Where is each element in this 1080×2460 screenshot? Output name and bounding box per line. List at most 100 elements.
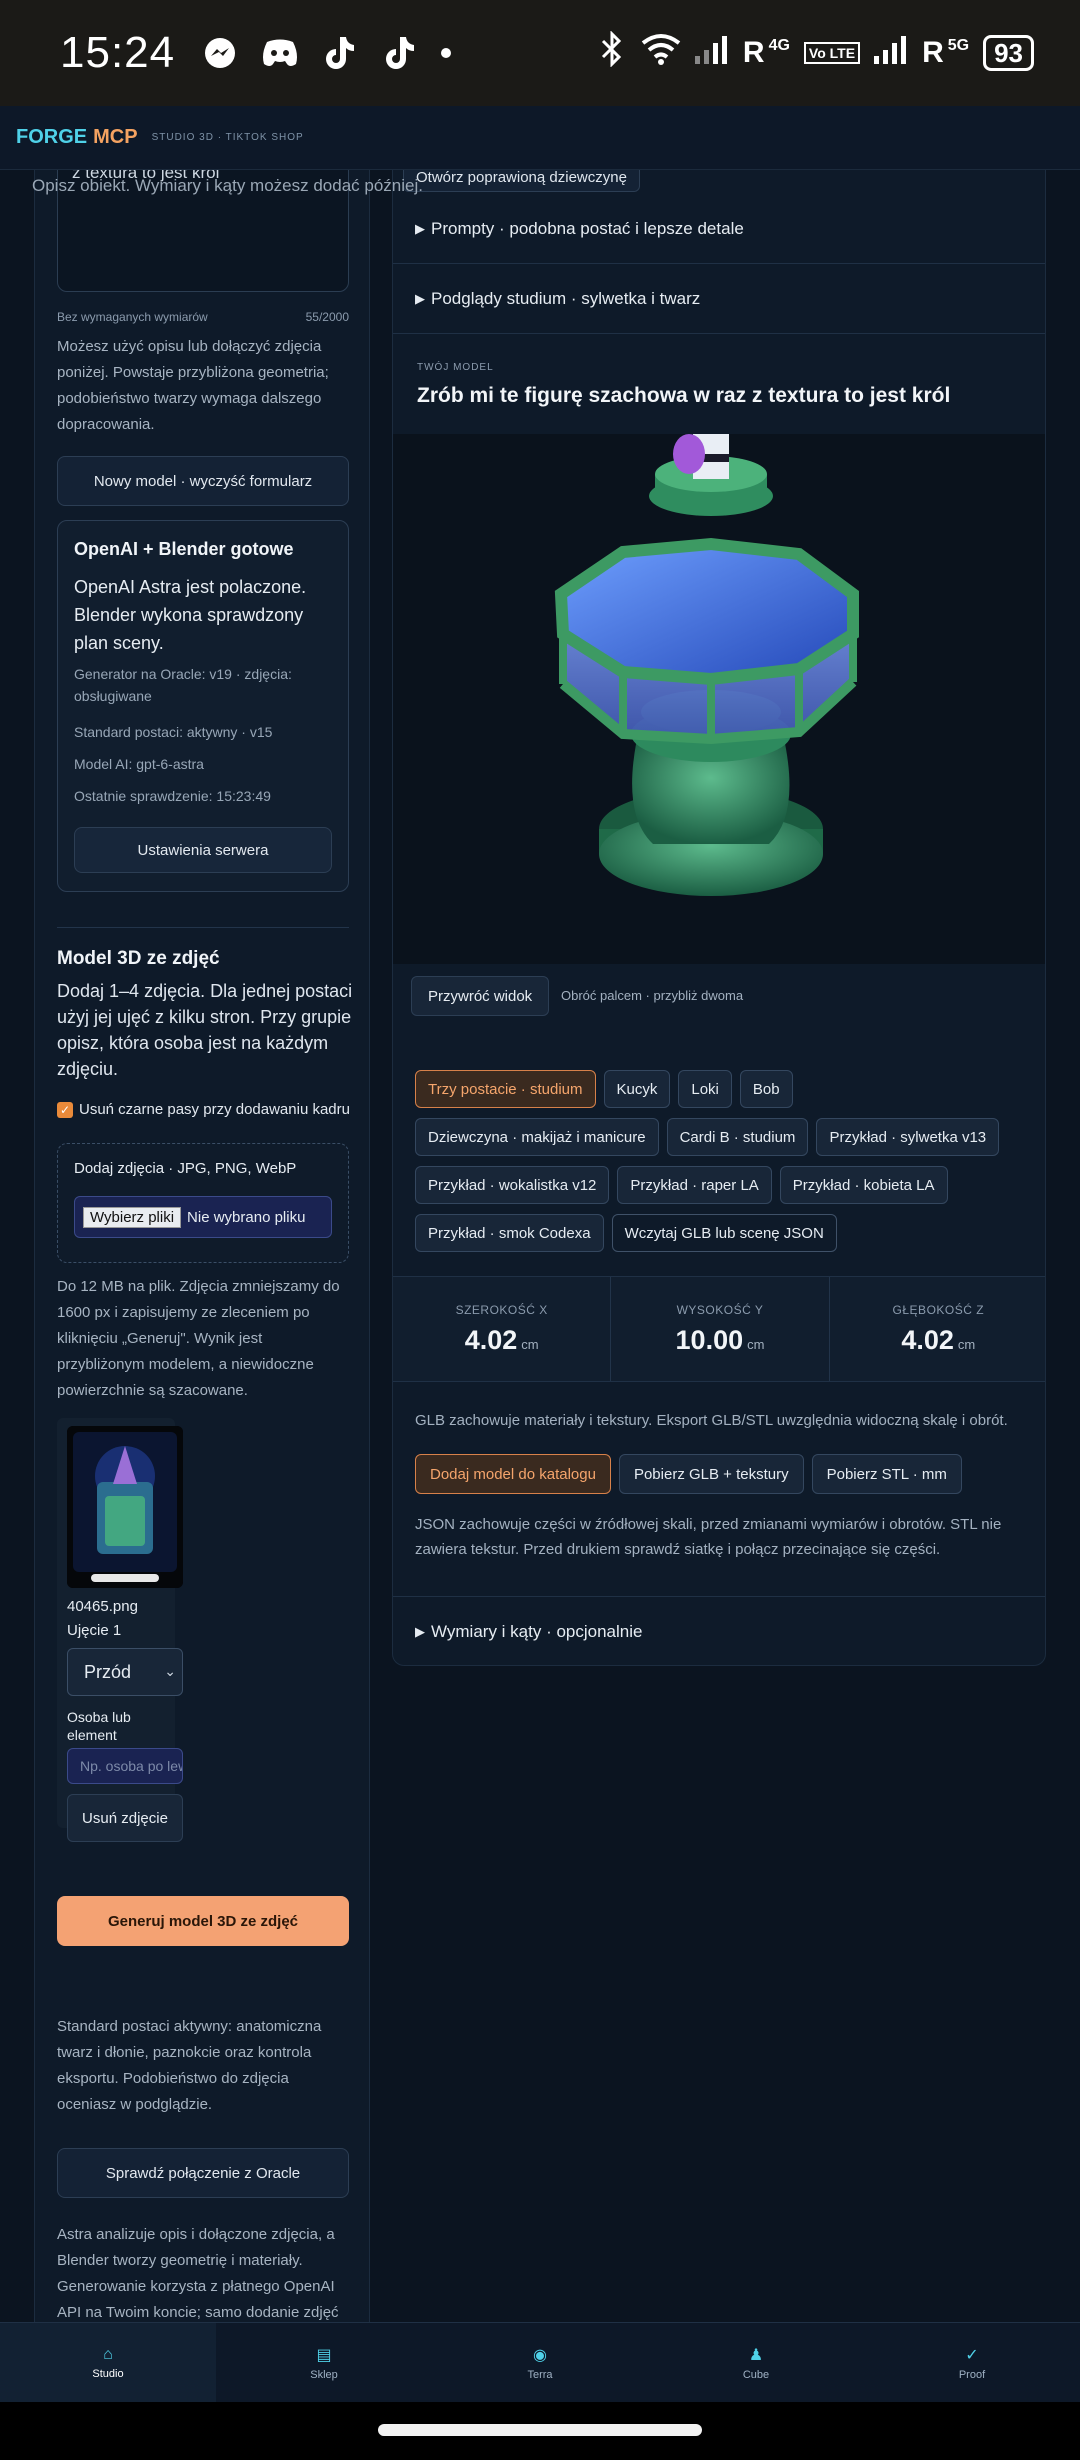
server-status-card: OpenAI + Blender gotowe OpenAI Astra jes… bbox=[57, 520, 349, 892]
generate-from-photos-button[interactable]: Generuj model 3D ze zdjęć bbox=[57, 1896, 349, 1946]
battery-indicator: 93 bbox=[983, 35, 1034, 71]
preset-cardi-b[interactable]: Cardi B · studium bbox=[666, 1118, 809, 1156]
nav-sklep[interactable]: ▤ Sklep bbox=[216, 2323, 432, 2402]
dimension-x-label: SZEROKOŚĆ X bbox=[455, 1302, 548, 1317]
home-icon: ⌂ bbox=[103, 2345, 113, 2363]
dimension-x-unit: cm bbox=[521, 1336, 539, 1352]
astra-note: Astra analizuje opis i dołączone zdjęcia… bbox=[57, 2226, 339, 2321]
preset-three-characters[interactable]: Trzy postacie · studium bbox=[415, 1070, 596, 1108]
download-stl-button[interactable]: Pobierz STL · mm bbox=[811, 1454, 962, 1494]
preset-vocalist-v12[interactable]: Przykład · wokalistka v12 bbox=[415, 1166, 610, 1204]
nav-terra[interactable]: ◉ Terra bbox=[432, 2323, 648, 2402]
preset-rapper-la[interactable]: Przykład · raper LA bbox=[617, 1166, 772, 1204]
nav-studio[interactable]: ⌂ Studio bbox=[0, 2323, 216, 2402]
expand-triangle-icon: ▶ bbox=[415, 220, 425, 236]
preset-silhouette-v13[interactable]: Przykład · sylwetka v13 bbox=[816, 1118, 1000, 1156]
preset-woman-la[interactable]: Przykład · kobieta LA bbox=[779, 1166, 948, 1204]
photo-item: 40465.png Ujęcie 1 Przód ⌄ Osoba lub ele… bbox=[57, 1418, 183, 1842]
bluetooth-icon bbox=[597, 30, 627, 75]
letterbox-checkbox[interactable]: ✓ bbox=[57, 1102, 73, 1118]
server-settings-button[interactable]: Ustawienia serwera bbox=[74, 827, 332, 873]
export-actions: Dodaj model do katalogu Pobierz GLB + te… bbox=[415, 1454, 962, 1494]
dimension-z-value: 4.02 bbox=[901, 1324, 954, 1355]
nav-studio-label: Studio bbox=[92, 2367, 124, 2380]
open-fixed-girl-button[interactable]: Otwórz poprawioną dziewczynę bbox=[403, 170, 640, 192]
right-panel: Otwórz poprawioną dziewczynę ▶ Prompty ·… bbox=[392, 170, 1046, 1666]
prompts-summary[interactable]: ▶ Prompty · podobna postać i lepsze deta… bbox=[393, 194, 1045, 264]
3d-viewer[interactable] bbox=[393, 434, 1045, 964]
dimension-y-value: 10.00 bbox=[675, 1324, 744, 1355]
generator-info: Generator na Oracle: v19 · zdjęcia: obsł… bbox=[74, 666, 292, 704]
dims-hint: Bez wymaganych wymiarów bbox=[57, 310, 208, 324]
letterbox-checkbox-row[interactable]: ✓ Usuń czarne pasy przy dodawaniu kadru bbox=[57, 1100, 357, 1120]
wifi-icon bbox=[641, 33, 681, 73]
load-glb-json-button[interactable]: Wczytaj GLB lub scenę JSON bbox=[611, 1214, 837, 1252]
chess-king-model-render bbox=[393, 434, 1045, 964]
status-card-title: OpenAI + Blender gotowe bbox=[74, 539, 294, 559]
preset-bob[interactable]: Bob bbox=[739, 1070, 793, 1108]
system-status-bar: 15:24 R 4G Vo LTE R 5G 93 bbox=[0, 0, 1080, 106]
preset-loki[interactable]: Loki bbox=[678, 1070, 732, 1108]
glb-note: GLB zachowuje materiały i tekstury. Eksp… bbox=[415, 1412, 1008, 1429]
nav-proof[interactable]: ✓ Proof bbox=[864, 2323, 1080, 2402]
preset-codex-dragon[interactable]: Przykład · smok Codexa bbox=[415, 1214, 604, 1252]
reset-view-button[interactable]: Przywróć widok bbox=[411, 976, 550, 1016]
roaming-label: R bbox=[922, 36, 944, 69]
photo-thumbnail[interactable] bbox=[67, 1426, 183, 1588]
brand-mcp: MCP bbox=[93, 126, 138, 148]
char-count: 55/2000 bbox=[305, 310, 349, 324]
dimension-y-unit: cm bbox=[747, 1336, 765, 1352]
tiktok-icon bbox=[381, 34, 419, 72]
prompts-summary-label: Prompty · podobna postać i lepsze detale bbox=[431, 218, 744, 238]
volte-badge: Vo LTE bbox=[803, 42, 861, 64]
nav-cube[interactable]: ♟ Cube bbox=[648, 2323, 864, 2402]
new-model-button[interactable]: Nowy model · wyczyść formularz bbox=[57, 456, 349, 506]
photo-view-select[interactable]: Przód ⌄ bbox=[67, 1648, 183, 1696]
upload-label: Dodaj zdjęcia · JPG, PNG, WebP bbox=[74, 1160, 297, 1177]
description-hint-row: Bez wymaganych wymiarów 55/2000 bbox=[57, 310, 349, 324]
dimensions-angles-label: Wymiary i kąty · opcjonalnie bbox=[431, 1621, 643, 1641]
network-type-4g: 4G bbox=[768, 37, 790, 54]
nav-terra-label: Terra bbox=[527, 2368, 553, 2381]
file-status: Nie wybrano pliku bbox=[187, 1208, 306, 1226]
expand-triangle-icon: ▶ bbox=[415, 1623, 425, 1639]
preset-kucyk[interactable]: Kucyk bbox=[603, 1070, 671, 1108]
home-gesture-bar[interactable] bbox=[378, 2424, 702, 2436]
dimension-z-unit: cm bbox=[957, 1336, 976, 1352]
person-input[interactable]: Np. osoba po lewej bbox=[67, 1748, 183, 1784]
intro-text: Możesz użyć opisu lub dołączyć zdjęcia p… bbox=[57, 338, 329, 433]
preset-girl-makeup[interactable]: Dziewczyna · makijaż i manicure bbox=[415, 1118, 659, 1156]
dimension-y: WYSOKOŚĆ Y 10.00 cm bbox=[611, 1277, 830, 1381]
dimension-x-value: 4.02 bbox=[464, 1324, 518, 1355]
dimensions-angles-summary[interactable]: ▶ Wymiary i kąty · opcjonalnie bbox=[393, 1596, 1045, 1665]
character-standard-info: Standard postaci: aktywny · v15 bbox=[74, 724, 273, 740]
choose-files-button[interactable]: Wybierz pliki bbox=[83, 1206, 182, 1228]
chess-piece-icon: ♟ bbox=[748, 2346, 764, 2364]
download-glb-button[interactable]: Pobierz GLB + tekstury bbox=[618, 1454, 804, 1494]
previews-summary[interactable]: ▶ Podglądy studium · sylwetka i twarz bbox=[393, 264, 1045, 334]
network-type-5g: 5G bbox=[947, 37, 970, 54]
model-kicker: TWÓJ MODEL bbox=[417, 362, 494, 373]
dimension-x: SZEROKOŚĆ X 4.02 cm bbox=[393, 1277, 612, 1381]
person-label: Osoba lub element bbox=[67, 1709, 131, 1743]
left-panel: z textura to jest król Bez wymaganych wy… bbox=[34, 170, 370, 2322]
file-input[interactable]: Wybierz pliki Nie wybrano pliku bbox=[74, 1196, 332, 1238]
photo-shot-label: Ujęcie 1 bbox=[67, 1622, 122, 1639]
add-to-catalog-button[interactable]: Dodaj model do katalogu bbox=[415, 1454, 611, 1494]
globe-icon: ◉ bbox=[533, 2346, 547, 2364]
check-oracle-button[interactable]: Sprawdź połączenie z Oracle bbox=[57, 2148, 349, 2198]
letterbox-label: Usuń czarne pasy przy dodawaniu kadru bbox=[79, 1101, 350, 1118]
roaming-label: R bbox=[742, 36, 765, 69]
json-note: JSON zachowuje części w źródłowej skali,… bbox=[415, 1516, 1002, 1558]
signal-icon bbox=[874, 34, 908, 72]
gesture-area bbox=[0, 2402, 1080, 2460]
status-card-lead: OpenAI Astra jest polaczone. Blender wyk… bbox=[74, 577, 307, 653]
photos-section-title: Model 3D ze zdjęć bbox=[57, 948, 220, 969]
expand-triangle-icon: ▶ bbox=[415, 290, 425, 306]
photo-view-value: Przód bbox=[84, 1661, 132, 1682]
dimensions-panel: SZEROKOŚĆ X 4.02 cm WYSOKOŚĆ Y 10.00 cm GŁ… bbox=[393, 1276, 1045, 1382]
standard-note: Standard postaci aktywny: anatomiczna tw… bbox=[57, 2018, 322, 2113]
model-title: Zrób mi te figurę szachowa w raz z textu… bbox=[417, 384, 951, 407]
status-clock: 15:24 bbox=[60, 28, 176, 77]
remove-photo-button[interactable]: Usuń zdjęcie bbox=[67, 1794, 183, 1842]
